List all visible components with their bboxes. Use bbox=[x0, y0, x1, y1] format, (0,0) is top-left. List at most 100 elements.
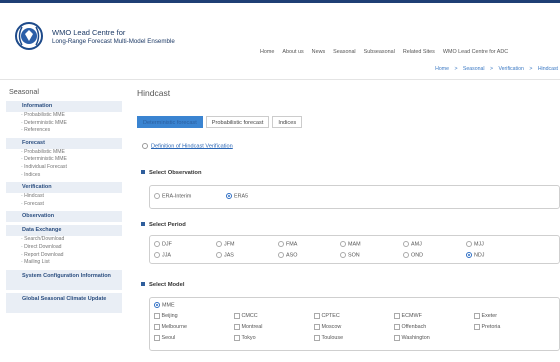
checkbox-label: Tokyo bbox=[241, 335, 256, 342]
radio-label: ERA-Interim bbox=[162, 193, 192, 200]
radio-ond[interactable]: OND bbox=[403, 252, 423, 258]
radio-icon bbox=[340, 241, 346, 247]
radio-mam[interactable]: MAM bbox=[340, 241, 361, 247]
radio-icon bbox=[216, 252, 222, 258]
radio-selected-icon bbox=[154, 302, 160, 308]
sidebar-item-references[interactable]: References bbox=[0, 127, 128, 135]
checkbox-seoul[interactable]: Seoul bbox=[154, 335, 175, 341]
breadcrumb-hindcast: Hindcast bbox=[537, 66, 558, 72]
radio-label: JFM bbox=[224, 241, 235, 248]
nav-home[interactable]: Home bbox=[256, 49, 278, 55]
radio-icon bbox=[154, 193, 160, 199]
radio-son[interactable]: SON bbox=[340, 252, 360, 258]
sidebar-section-information[interactable]: Information bbox=[6, 101, 122, 112]
sidebar-section-system-configuration[interactable]: System Configuration Information bbox=[6, 269, 122, 290]
sidebar-item-indices[interactable]: Indices bbox=[0, 172, 128, 180]
checkbox-icon bbox=[474, 324, 480, 330]
radio-djf[interactable]: DJF bbox=[154, 241, 172, 247]
nav-news[interactable]: News bbox=[308, 49, 329, 55]
radio-mme[interactable]: MME bbox=[154, 302, 175, 308]
select-observation-label: Select Observation bbox=[141, 170, 202, 176]
nav-about-us[interactable]: About us bbox=[278, 49, 307, 55]
select-model-label: Select Model bbox=[141, 282, 184, 288]
checkbox-melbourne[interactable]: Melbourne bbox=[154, 324, 187, 330]
nav-seasonal[interactable]: Seasonal bbox=[329, 49, 359, 55]
select-period-label: Select Period bbox=[141, 222, 186, 228]
sidebar-item-hindcast[interactable]: Hindcast bbox=[0, 193, 128, 201]
checkbox-toulouse[interactable]: Toulouse bbox=[314, 335, 343, 341]
site-title-line2: Long-Range Forecast Multi-Model Ensemble bbox=[52, 37, 175, 45]
sidebar-item-report-download[interactable]: Report Download bbox=[0, 252, 128, 260]
radio-label: SON bbox=[348, 252, 360, 259]
tab-probabilistic-forecast[interactable]: Probabilistic forecast bbox=[205, 116, 270, 128]
radio-ndj[interactable]: NDJ bbox=[466, 252, 484, 258]
radio-icon bbox=[154, 241, 160, 247]
breadcrumb-verification[interactable]: Verification bbox=[499, 66, 524, 72]
radio-era-interim[interactable]: ERA-Interim bbox=[154, 193, 191, 199]
breadcrumb-separator: > bbox=[529, 66, 533, 72]
breadcrumb-home[interactable]: Home bbox=[435, 66, 449, 72]
site-title[interactable]: WMO Lead Centre for Long-Range Forecast … bbox=[52, 28, 175, 46]
sidebar-section-global-seasonal-climate-update[interactable]: Global Seasonal Climate Update bbox=[6, 292, 122, 313]
nav-subseasonal[interactable]: Subseasonal bbox=[360, 49, 399, 55]
checkbox-beijing[interactable]: Beijing bbox=[154, 313, 178, 319]
checkbox-label: Pretoria bbox=[481, 324, 501, 331]
checkbox-icon bbox=[154, 324, 160, 330]
sidebar-item-direct-download[interactable]: Direct Download bbox=[0, 244, 128, 252]
sidebar-section-data-exchange[interactable]: Data Exchange bbox=[6, 225, 122, 237]
checkbox-label: CPTEC bbox=[321, 313, 340, 320]
breadcrumb-seasonal[interactable]: Seasonal bbox=[463, 66, 485, 72]
checkbox-pretoria[interactable]: Pretoria bbox=[474, 324, 500, 330]
sidebar-item-search-download[interactable]: Search/Download bbox=[0, 236, 128, 244]
sidebar-item-probabilistic-mme[interactable]: Probabilistic MME bbox=[0, 112, 128, 120]
radio-label: DJF bbox=[162, 241, 172, 248]
checkbox-montreal[interactable]: Montreal bbox=[234, 324, 262, 330]
tab-indices[interactable]: Indices bbox=[272, 116, 303, 128]
checkbox-label: ECMWF bbox=[401, 313, 422, 320]
radio-mjj[interactable]: MJJ bbox=[466, 241, 484, 247]
sidebar-item-forecast[interactable]: Forecast bbox=[0, 201, 128, 209]
radio-jas[interactable]: JAS bbox=[216, 252, 234, 258]
nav-related-sites[interactable]: Related Sites bbox=[399, 49, 439, 55]
definition-link[interactable]: Definition of Hindcast Verification bbox=[142, 143, 233, 149]
checkbox-label: Toulouse bbox=[321, 335, 344, 342]
checkbox-moscow[interactable]: Moscow bbox=[314, 324, 341, 330]
period-box: DJF JFM FMA MAM AMJ MJJ JJA JAS ASO SON … bbox=[149, 235, 560, 264]
sidebar-item-mailing-list[interactable]: Mailing List bbox=[0, 259, 128, 267]
tab-deterministic-forecast[interactable]: Deterministic forecast bbox=[137, 116, 203, 128]
checkbox-icon bbox=[314, 335, 320, 341]
select-period-text: Select Period bbox=[149, 222, 186, 228]
radio-fma[interactable]: FMA bbox=[278, 241, 297, 247]
checkbox-tokyo[interactable]: Tokyo bbox=[234, 335, 256, 341]
radio-label: AMJ bbox=[411, 241, 422, 248]
breadcrumb-separator: > bbox=[490, 66, 494, 72]
sidebar-section-observation[interactable]: Observation bbox=[6, 211, 122, 223]
checkbox-washington[interactable]: Washington bbox=[394, 335, 430, 341]
radio-aso[interactable]: ASO bbox=[278, 252, 297, 258]
checkbox-label: Moscow bbox=[321, 324, 342, 331]
radio-era5[interactable]: ERA5 bbox=[226, 193, 248, 199]
radio-jja[interactable]: JJA bbox=[154, 252, 171, 258]
radio-label: FMA bbox=[286, 241, 298, 248]
checkbox-offenbach[interactable]: Offenbach bbox=[394, 324, 426, 330]
sidebar-item-deterministic-mme[interactable]: Deterministic MME bbox=[0, 120, 128, 128]
radio-icon bbox=[216, 241, 222, 247]
sidebar-item-individual-forecast[interactable]: Individual Forecast bbox=[0, 164, 128, 172]
sidebar-title: Seasonal bbox=[9, 87, 39, 96]
sidebar-section-forecast[interactable]: Forecast bbox=[6, 137, 122, 149]
sidebar-item-probabilistic-mme[interactable]: Probabilistic MME bbox=[0, 149, 128, 157]
checkbox-ecmwf[interactable]: ECMWF bbox=[394, 313, 422, 319]
radio-jfm[interactable]: JFM bbox=[216, 241, 234, 247]
info-icon bbox=[142, 143, 148, 149]
checkbox-cptec[interactable]: CPTEC bbox=[314, 313, 340, 319]
checkbox-icon bbox=[394, 313, 400, 319]
checkbox-icon bbox=[394, 335, 400, 341]
radio-amj[interactable]: AMJ bbox=[403, 241, 422, 247]
checkbox-label: Offenbach bbox=[401, 324, 427, 331]
sidebar-item-deterministic-mme[interactable]: Deterministic MME bbox=[0, 156, 128, 164]
wmo-logo-icon[interactable] bbox=[14, 21, 44, 51]
checkbox-exeter[interactable]: Exeter bbox=[474, 313, 497, 319]
sidebar-section-verification[interactable]: Verification bbox=[6, 182, 122, 194]
checkbox-cmcc[interactable]: CMCC bbox=[234, 313, 258, 319]
nav-lead-centre-adc[interactable]: WMO Lead Centre for ADC bbox=[439, 49, 512, 55]
